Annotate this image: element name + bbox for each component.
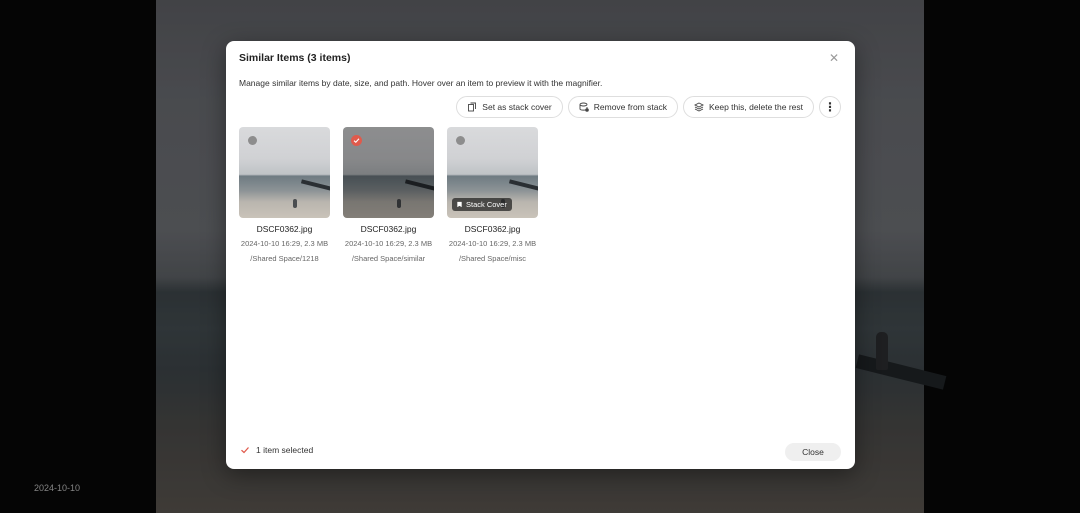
thumb-pier [508,179,538,191]
item-filename: DSCF0362.jpg [256,224,313,234]
select-radio[interactable] [248,136,257,145]
similar-item-1: DSCF0362.jpg 2024-10-10 16:29, 2.3 MB /S… [239,127,330,264]
item-meta: 2024-10-10 16:29, 2.3 MB [344,239,433,248]
selection-status: 1 item selected [240,445,313,455]
item-meta: 2024-10-10 16:29, 2.3 MB [448,239,537,248]
keep-delete-rest-label: Keep this, delete the rest [708,102,803,112]
thumb-figure [397,199,401,208]
dialog-description: Manage similar items by date, size, and … [239,78,603,88]
more-options-icon[interactable]: ⋮ [819,96,841,118]
remove-from-stack-label: Remove from stack [593,102,667,112]
keep-delete-rest-button[interactable]: Keep this, delete the rest [682,96,814,118]
item-path: /Shared Space/similar [351,254,426,263]
close-icon[interactable]: ✕ [827,51,841,65]
set-stack-cover-label: Set as stack cover [482,102,552,112]
thumb-figure [293,199,297,208]
thumb-pier [300,179,330,191]
item-filename: DSCF0362.jpg [464,224,521,234]
layers-icon [693,102,704,112]
similar-items-dialog: Similar Items (3 items) ✕ Manage similar… [226,41,855,469]
item-path: /Shared Space/1218 [250,254,319,263]
stack-cover-badge: Stack Cover [452,198,512,211]
close-button[interactable]: Close [785,443,841,461]
item-path: /Shared Space/misc [458,254,527,263]
check-icon [353,138,360,144]
set-stack-cover-button[interactable]: Set as stack cover [456,96,563,118]
similar-items-grid: DSCF0362.jpg 2024-10-10 16:29, 2.3 MB /S… [239,127,538,264]
item-thumbnail[interactable] [239,127,330,218]
remove-from-stack-button[interactable]: Remove from stack [567,96,678,118]
thumb-pier [404,179,434,191]
select-radio[interactable] [456,136,465,145]
item-meta: 2024-10-10 16:29, 2.3 MB [240,239,329,248]
item-thumbnail[interactable]: Stack Cover [447,127,538,218]
item-thumbnail[interactable] [343,127,434,218]
selection-status-label: 1 item selected [256,445,314,455]
stack-cover-icon [468,102,477,112]
similar-item-2: DSCF0362.jpg 2024-10-10 16:29, 2.3 MB /S… [343,127,434,264]
selected-check-icon[interactable] [351,135,362,146]
stack-cover-badge-label: Stack Cover [466,200,507,209]
similar-item-3: Stack Cover DSCF0362.jpg 2024-10-10 16:2… [447,127,538,264]
dialog-toolbar: Set as stack cover Remove from stack Kee… [456,96,841,118]
item-filename: DSCF0362.jpg [360,224,417,234]
check-icon [241,447,249,454]
bookmark-icon [457,201,462,208]
stack-remove-icon [579,102,589,112]
dialog-title: Similar Items (3 items) [239,52,351,64]
